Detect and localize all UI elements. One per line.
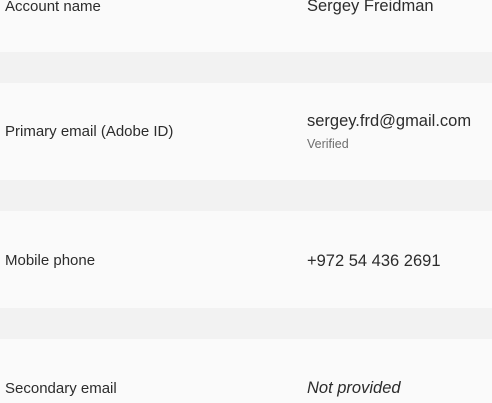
- mobile-phone-row[interactable]: Mobile phone +972 54 436 2691: [0, 211, 492, 308]
- secondary-email-value: Not provided: [307, 379, 401, 397]
- account-name-value: Sergey Freidman: [307, 0, 434, 15]
- mobile-phone-value: +972 54 436 2691: [307, 252, 441, 270]
- primary-email-row[interactable]: Primary email (Adobe ID) sergey.frd@gmai…: [0, 83, 492, 180]
- primary-email-value: sergey.frd@gmail.com: [307, 112, 472, 130]
- account-name-row[interactable]: Account name Sergey Freidman: [0, 0, 492, 52]
- mobile-phone-label: Mobile phone: [5, 252, 96, 269]
- secondary-email-row[interactable]: Secondary email Not provided: [0, 339, 492, 403]
- account-info-list: Account name Sergey Freidman Primary ema…: [0, 0, 492, 403]
- email-verified-status: Verified: [307, 137, 349, 151]
- secondary-email-label: Secondary email: [5, 380, 117, 397]
- account-name-label: Account name: [5, 0, 101, 15]
- primary-email-label: Primary email (Adobe ID): [5, 123, 174, 140]
